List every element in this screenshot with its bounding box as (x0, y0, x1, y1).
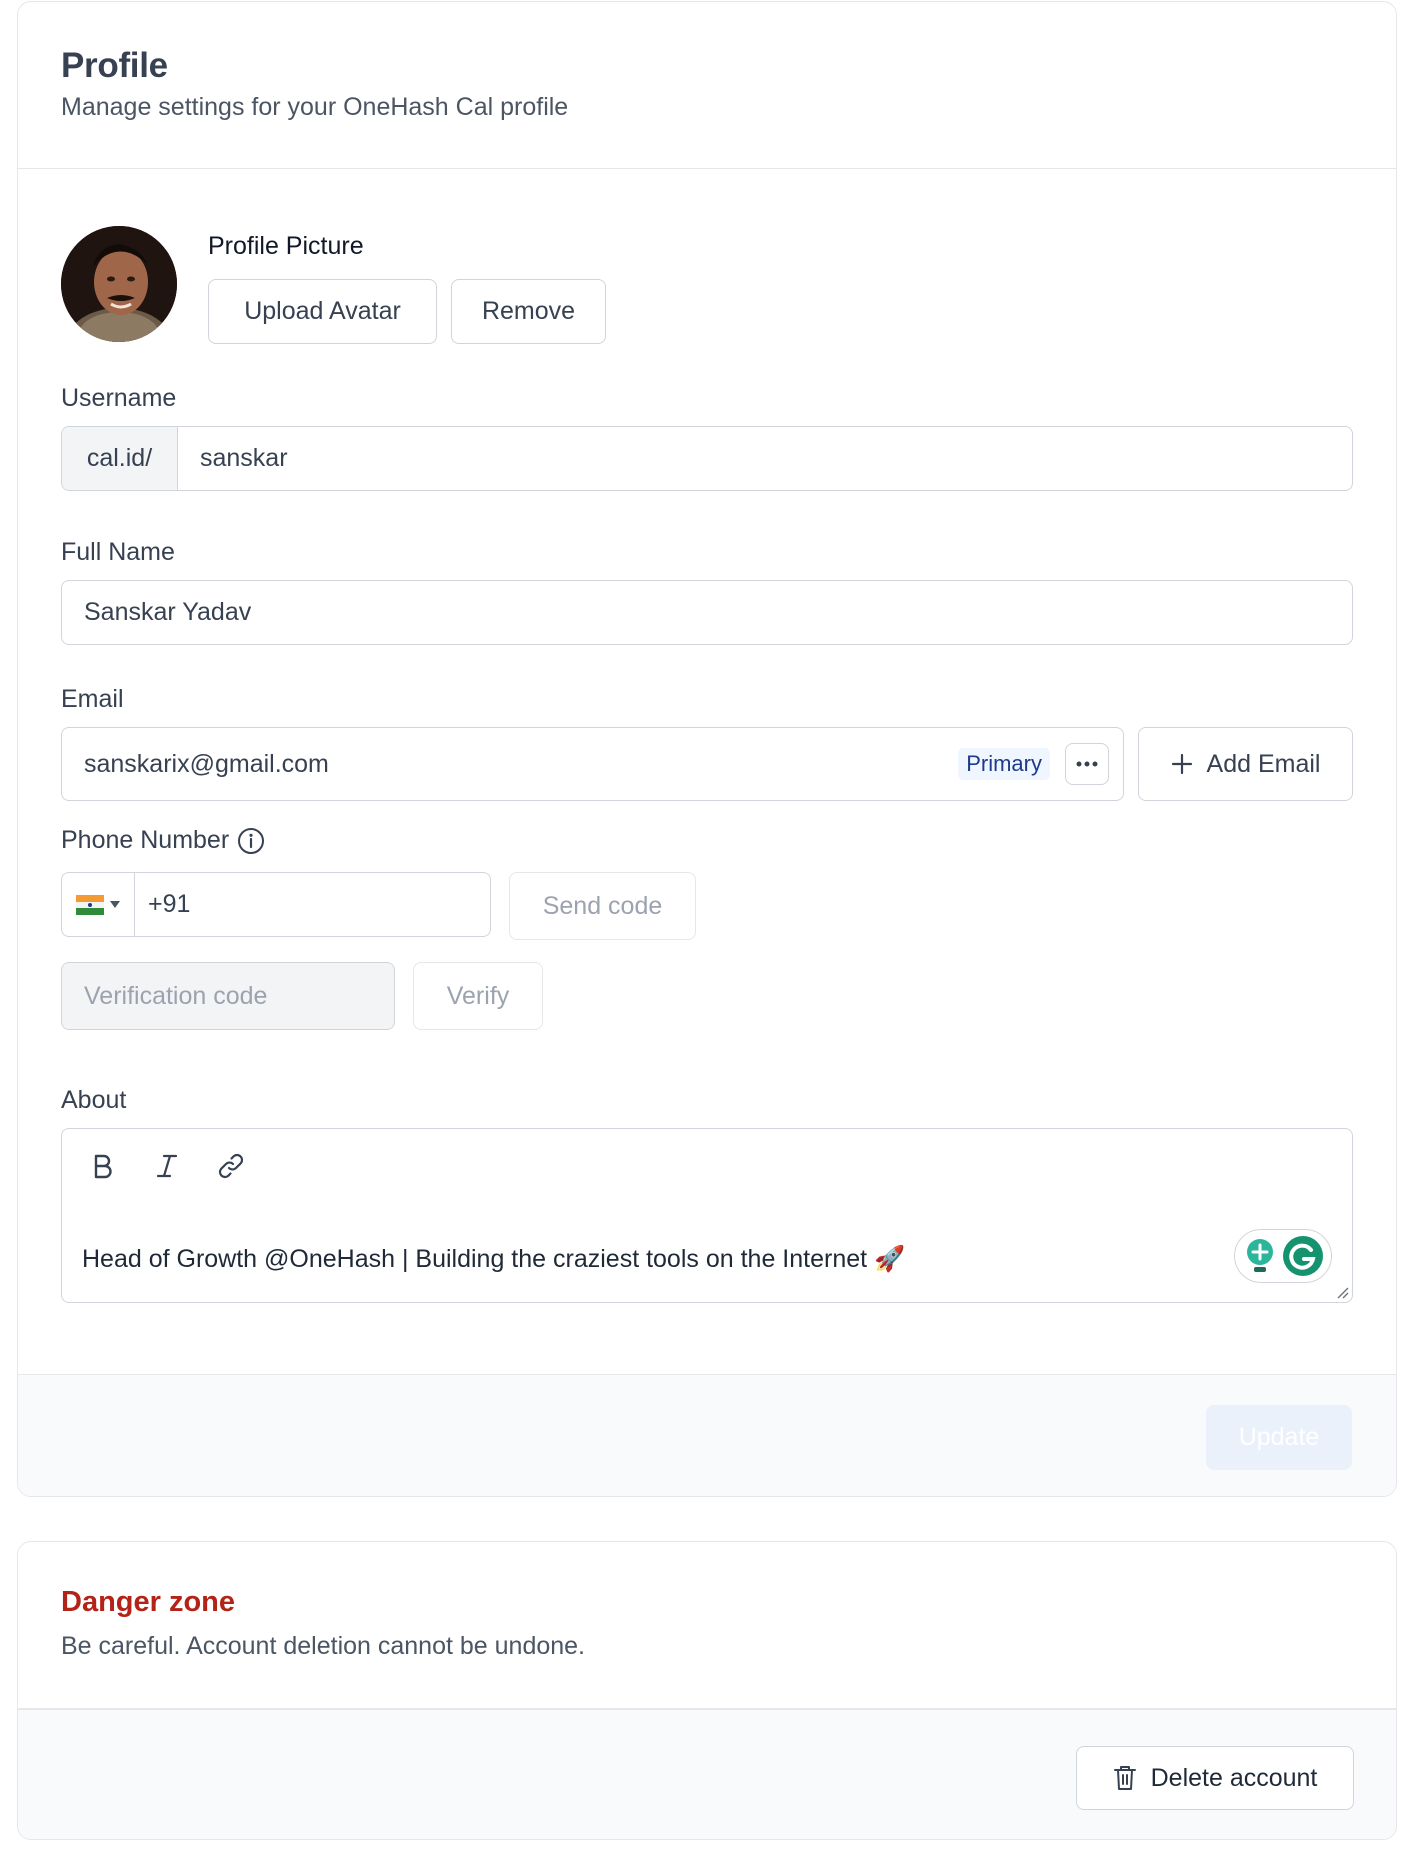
phone-label: Phone Number (61, 826, 230, 854)
about-editor[interactable]: Head of Growth @OneHash | Building the c… (61, 1128, 1353, 1303)
grammarly-icon (1283, 1236, 1323, 1276)
trash-icon (1113, 1766, 1136, 1790)
username-prefix: cal.id/ (62, 427, 178, 490)
danger-card: Danger zone Be careful. Account deletion… (17, 1541, 1397, 1840)
username-label: Username (61, 384, 177, 412)
page-title: Profile (61, 46, 168, 85)
link-button[interactable] (214, 1149, 248, 1183)
danger-title: Danger zone (61, 1586, 236, 1618)
lightbulb-icon (1247, 1239, 1273, 1272)
fullname-input[interactable]: Sanskar Yadav (61, 580, 1353, 645)
italic-icon (156, 1154, 178, 1178)
profile-footer: Update (18, 1374, 1396, 1496)
add-email-label: Add Email (1206, 749, 1321, 778)
delete-account-label: Delete account (1150, 1763, 1318, 1792)
send-code-button[interactable]: Send code (509, 872, 696, 940)
plus-icon (1171, 753, 1192, 775)
upload-avatar-button[interactable]: Upload Avatar (208, 279, 437, 344)
more-icon (1076, 761, 1098, 767)
delete-account-button[interactable]: Delete account (1076, 1746, 1354, 1810)
add-email-button[interactable]: Add Email (1138, 727, 1353, 801)
fullname-value: Sanskar Yadav (84, 598, 252, 626)
resize-handle-icon[interactable] (1335, 1285, 1349, 1299)
avatar (61, 226, 177, 342)
avatar-image (61, 226, 177, 342)
profile-header: Profile Manage settings for your OneHash… (18, 2, 1396, 169)
fullname-label: Full Name (61, 538, 175, 566)
country-selector[interactable] (62, 873, 135, 936)
username-field: cal.id/ sanskar (61, 426, 1353, 491)
chevron-down-icon (110, 901, 120, 908)
email-options-button[interactable] (1065, 743, 1109, 785)
remove-avatar-button[interactable]: Remove (451, 279, 606, 344)
phone-label-row: Phone Number (61, 826, 265, 855)
link-icon (218, 1153, 244, 1179)
email-label: Email (61, 685, 124, 713)
bold-icon (94, 1154, 112, 1179)
verify-button[interactable]: Verify (413, 962, 543, 1030)
verification-code-input[interactable]: Verification code (61, 962, 395, 1030)
profile-picture-label: Profile Picture (208, 232, 364, 260)
email-value: sanskarix@gmail.com (84, 749, 329, 778)
about-text: Head of Growth @OneHash | Building the c… (82, 1245, 906, 1273)
profile-card: Profile Manage settings for your OneHash… (17, 1, 1397, 1497)
bold-button[interactable] (88, 1149, 118, 1183)
phone-input[interactable]: +91 (135, 890, 190, 919)
italic-button[interactable] (152, 1149, 182, 1183)
email-field[interactable]: sanskarix@gmail.com Primary (61, 727, 1124, 801)
danger-header: Danger zone Be careful. Account deletion… (18, 1542, 1396, 1709)
verification-placeholder: Verification code (84, 981, 268, 1010)
about-label: About (61, 1086, 127, 1114)
danger-description: Be careful. Account deletion cannot be u… (61, 1632, 585, 1660)
info-icon[interactable] (237, 827, 265, 855)
update-button[interactable]: Update (1206, 1405, 1352, 1470)
grammarly-widget[interactable] (1234, 1229, 1332, 1283)
page-description: Manage settings for your OneHash Cal pro… (61, 93, 569, 121)
primary-badge: Primary (958, 748, 1050, 780)
danger-footer: Delete account (18, 1709, 1396, 1839)
username-input[interactable]: sanskar (178, 444, 288, 473)
flag-icon (76, 894, 104, 915)
phone-field: +91 (61, 872, 491, 937)
